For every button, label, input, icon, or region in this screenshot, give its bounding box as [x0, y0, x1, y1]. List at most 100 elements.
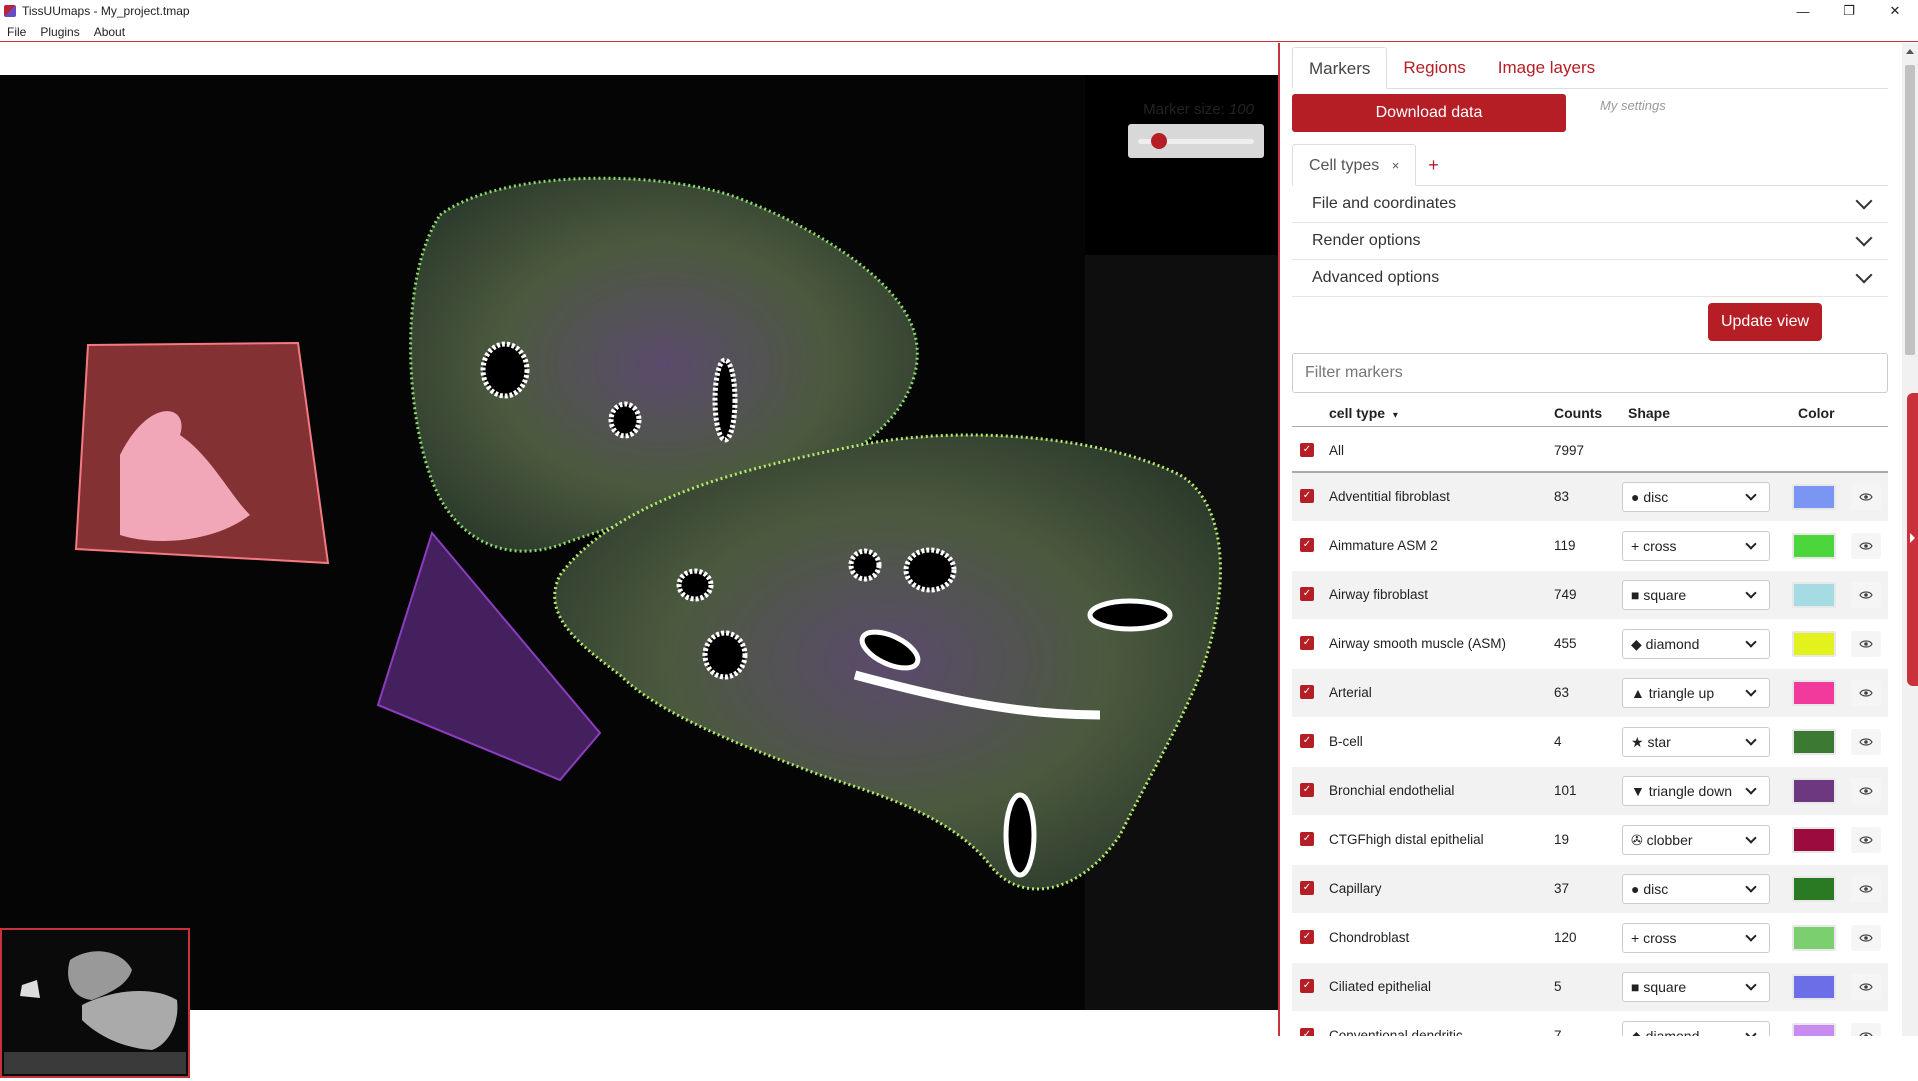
row-checkbox[interactable]: ✓: [1300, 587, 1314, 601]
eye-icon[interactable]: [1851, 876, 1881, 902]
marker-row: ✓ Bronchial endothelial 101 ▼ triangle down: [1292, 767, 1888, 815]
row-count: 83: [1554, 489, 1570, 504]
scroll-up-icon[interactable]: [1906, 49, 1914, 54]
eye-icon[interactable]: [1851, 925, 1881, 951]
row-checkbox[interactable]: ✓: [1300, 489, 1314, 503]
accordion-label: Advanced options: [1312, 269, 1440, 286]
accordion-file-and-coordinates[interactable]: File and coordinates: [1292, 186, 1888, 223]
color-swatch[interactable]: [1792, 680, 1836, 706]
row-count: 455: [1554, 636, 1577, 651]
slider-thumb[interactable]: [1150, 133, 1167, 149]
menu-file[interactable]: File: [0, 25, 33, 39]
shape-icon: +: [1631, 538, 1640, 554]
color-swatch[interactable]: [1792, 876, 1836, 902]
row-checkbox[interactable]: ✓: [1300, 685, 1314, 699]
update-view-button[interactable]: Update view: [1708, 303, 1822, 341]
shape-select[interactable]: ● disc: [1622, 874, 1770, 904]
row-checkbox[interactable]: ✓: [1300, 930, 1314, 944]
shape-select[interactable]: ★ star: [1622, 727, 1770, 757]
row-checkbox[interactable]: ✓: [1300, 881, 1314, 895]
row-name: Bronchial endothelial: [1329, 783, 1455, 798]
color-swatch[interactable]: [1792, 484, 1836, 510]
row-checkbox[interactable]: ✓: [1300, 783, 1314, 797]
shape-label: triangle up: [1648, 685, 1715, 701]
marker-row: ✓ B-cell 4 ★ star: [1292, 718, 1888, 766]
row-checkbox[interactable]: ✓: [1300, 538, 1314, 552]
checkbox-all[interactable]: ✓: [1300, 443, 1314, 457]
panel-collapse-handle[interactable]: [1907, 393, 1918, 686]
accordion-advanced-options[interactable]: Advanced options: [1292, 260, 1888, 297]
filter-markers-input[interactable]: [1292, 353, 1888, 393]
tissue-image-canvas[interactable]: [0, 75, 1278, 1010]
subtab-label: Cell types: [1309, 157, 1380, 174]
shape-select[interactable]: ▲ triangle up: [1622, 678, 1770, 708]
download-data-button[interactable]: Download data: [1292, 94, 1566, 132]
marker-row: ✓ Ciliated epithelial 5 ■ square: [1292, 963, 1888, 1011]
shape-select[interactable]: ◆ diamond: [1622, 1021, 1770, 1036]
row-count: 7: [1554, 1028, 1562, 1036]
tab-markers[interactable]: Markers: [1292, 47, 1388, 89]
eye-icon[interactable]: [1851, 484, 1881, 510]
row-checkbox[interactable]: ✓: [1300, 636, 1314, 650]
close-tab-icon[interactable]: ×: [1392, 158, 1400, 173]
eye-icon[interactable]: [1851, 1023, 1881, 1036]
row-checkbox[interactable]: ✓: [1300, 979, 1314, 993]
chevron-right-icon: [1910, 533, 1915, 543]
shape-select[interactable]: ✇ clobber: [1622, 825, 1770, 855]
window-controls: — ❐ ✕: [1780, 0, 1918, 22]
color-swatch[interactable]: [1792, 1023, 1836, 1036]
header-cell-type[interactable]: cell type ▾: [1329, 405, 1398, 421]
close-window-button[interactable]: ✕: [1872, 0, 1918, 22]
add-tab-button[interactable]: +: [1428, 144, 1439, 185]
minimize-button[interactable]: —: [1780, 0, 1826, 22]
eye-icon[interactable]: [1851, 631, 1881, 657]
shape-select[interactable]: ◆ diamond: [1622, 629, 1770, 659]
eye-icon[interactable]: [1851, 533, 1881, 559]
shape-select[interactable]: ▼ triangle down: [1622, 776, 1770, 806]
shape-icon: ◆: [1631, 636, 1642, 652]
tab-image-layers[interactable]: Image layers: [1482, 47, 1611, 89]
scroll-thumb[interactable]: [1905, 65, 1915, 355]
eye-icon[interactable]: [1851, 974, 1881, 1000]
my-settings-link[interactable]: My settings: [1600, 98, 1666, 113]
row-checkbox[interactable]: ✓: [1300, 734, 1314, 748]
shape-icon: ■: [1631, 979, 1640, 995]
shape-select[interactable]: ■ square: [1622, 580, 1770, 610]
color-swatch[interactable]: [1792, 974, 1836, 1000]
title-bar: TissUUmaps - My_project.tmap — ❐ ✕: [0, 0, 1918, 22]
row-count: 4: [1554, 734, 1562, 749]
tab-regions[interactable]: Regions: [1387, 47, 1481, 89]
shape-select[interactable]: ● disc: [1622, 482, 1770, 512]
color-swatch[interactable]: [1792, 729, 1836, 755]
color-swatch[interactable]: [1792, 631, 1836, 657]
color-swatch[interactable]: [1792, 582, 1836, 608]
navigator-minimap[interactable]: [0, 928, 190, 1078]
subtab-cell-types[interactable]: Cell types ×: [1292, 144, 1417, 186]
eye-icon[interactable]: [1851, 729, 1881, 755]
shape-select[interactable]: + cross: [1622, 531, 1770, 561]
eye-icon[interactable]: [1851, 582, 1881, 608]
color-swatch[interactable]: [1792, 778, 1836, 804]
menu-about[interactable]: About: [87, 25, 132, 39]
shape-select[interactable]: ■ square: [1622, 972, 1770, 1002]
header-color: Color: [1798, 405, 1835, 421]
marker-row: ✓ Arterial 63 ▲ triangle up: [1292, 669, 1888, 717]
color-swatch[interactable]: [1792, 827, 1836, 853]
shape-select[interactable]: + cross: [1622, 923, 1770, 953]
color-swatch[interactable]: [1792, 925, 1836, 951]
menu-plugins[interactable]: Plugins: [33, 25, 86, 39]
maximize-button[interactable]: ❐: [1826, 0, 1872, 22]
color-swatch[interactable]: [1792, 533, 1836, 559]
image-viewer[interactable]: Marker size: 100: [0, 43, 1278, 1078]
accordion-render-options[interactable]: Render options: [1292, 223, 1888, 260]
eye-icon[interactable]: [1851, 680, 1881, 706]
marker-size-slider[interactable]: [1128, 124, 1264, 158]
marker-size-label: Marker size: 100: [1143, 101, 1254, 118]
eye-icon[interactable]: [1851, 827, 1881, 853]
eye-icon[interactable]: [1851, 778, 1881, 804]
row-count: 19: [1554, 832, 1570, 847]
row-checkbox[interactable]: ✓: [1300, 832, 1314, 846]
panel-tabs: Markers Regions Image layers: [1292, 47, 1888, 89]
row-checkbox[interactable]: ✓: [1300, 1028, 1314, 1036]
row-count: 63: [1554, 685, 1570, 700]
